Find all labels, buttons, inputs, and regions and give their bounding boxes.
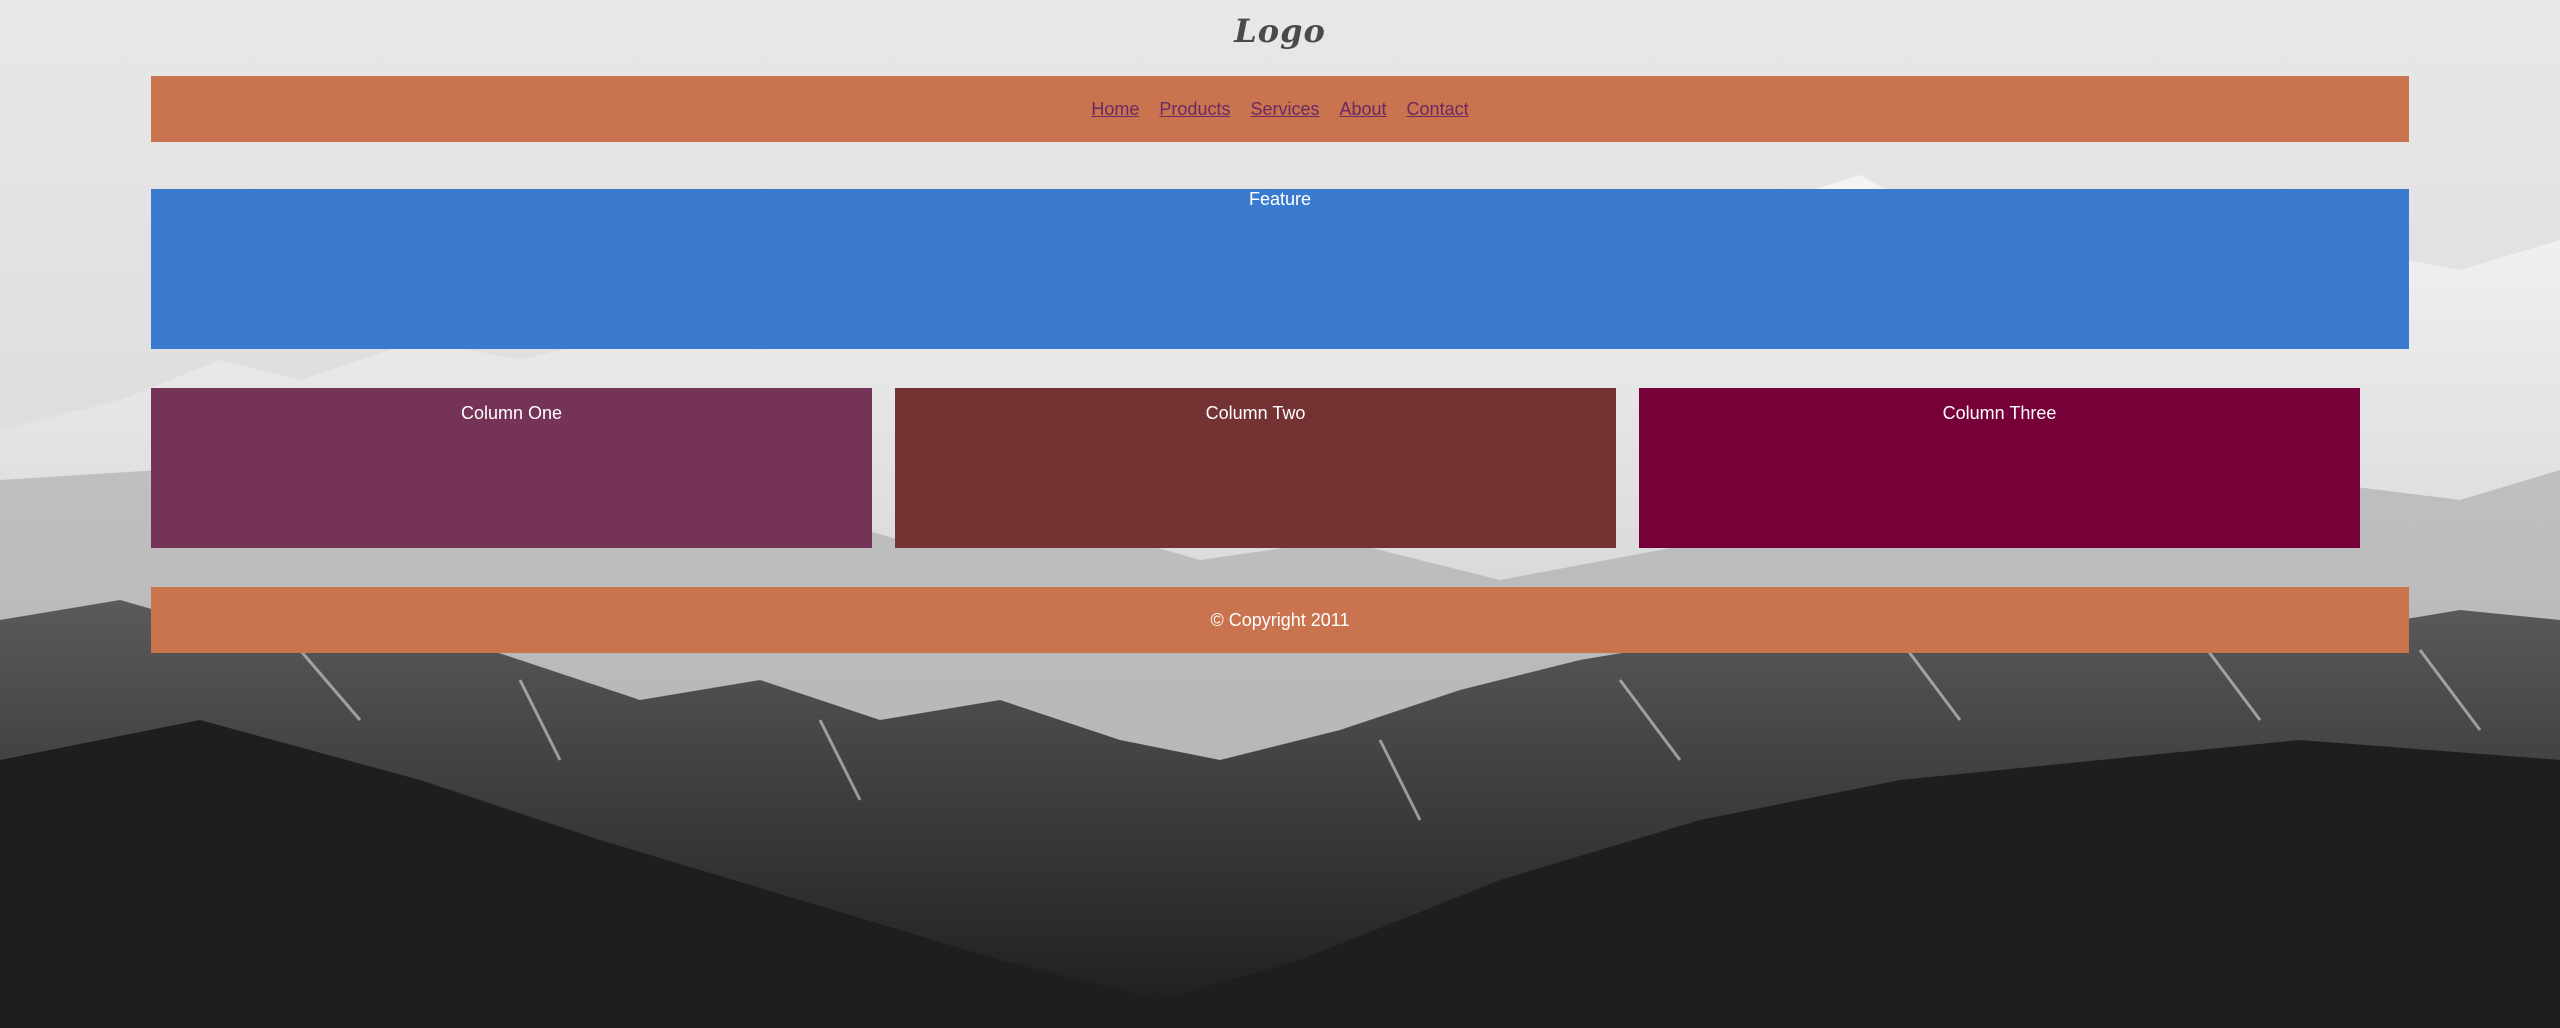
column-three: Column Three xyxy=(1639,388,2360,548)
column-two: Column Two xyxy=(895,388,1616,548)
nav-link-contact[interactable]: Contact xyxy=(1407,99,1469,119)
page-footer: © Copyright 2011 xyxy=(151,587,2409,653)
nav-list: Home Products Services About Contact xyxy=(1091,99,1468,120)
nav-item-products: Products xyxy=(1159,99,1230,120)
nav-link-about[interactable]: About xyxy=(1340,99,1387,119)
main-navigation: Home Products Services About Contact xyxy=(151,76,2409,142)
column-three-label: Column Three xyxy=(1942,403,2057,423)
column-two-label: Column Two xyxy=(1205,403,1306,423)
nav-item-home: Home xyxy=(1091,99,1139,120)
nav-item-contact: Contact xyxy=(1407,99,1469,120)
nav-link-services[interactable]: Services xyxy=(1250,99,1319,119)
nav-link-products[interactable]: Products xyxy=(1159,99,1230,119)
feature-section: Feature xyxy=(151,189,2409,349)
nav-item-services: Services xyxy=(1250,99,1319,120)
feature-label: Feature xyxy=(1248,189,1312,209)
nav-item-about: About xyxy=(1340,99,1387,120)
site-logo[interactable]: Logo xyxy=(0,12,2560,50)
column-one-label: Column One xyxy=(460,403,563,423)
copyright-text: © Copyright 2011 xyxy=(1210,609,1350,630)
nav-link-home[interactable]: Home xyxy=(1091,99,1139,119)
column-one: Column One xyxy=(151,388,872,548)
